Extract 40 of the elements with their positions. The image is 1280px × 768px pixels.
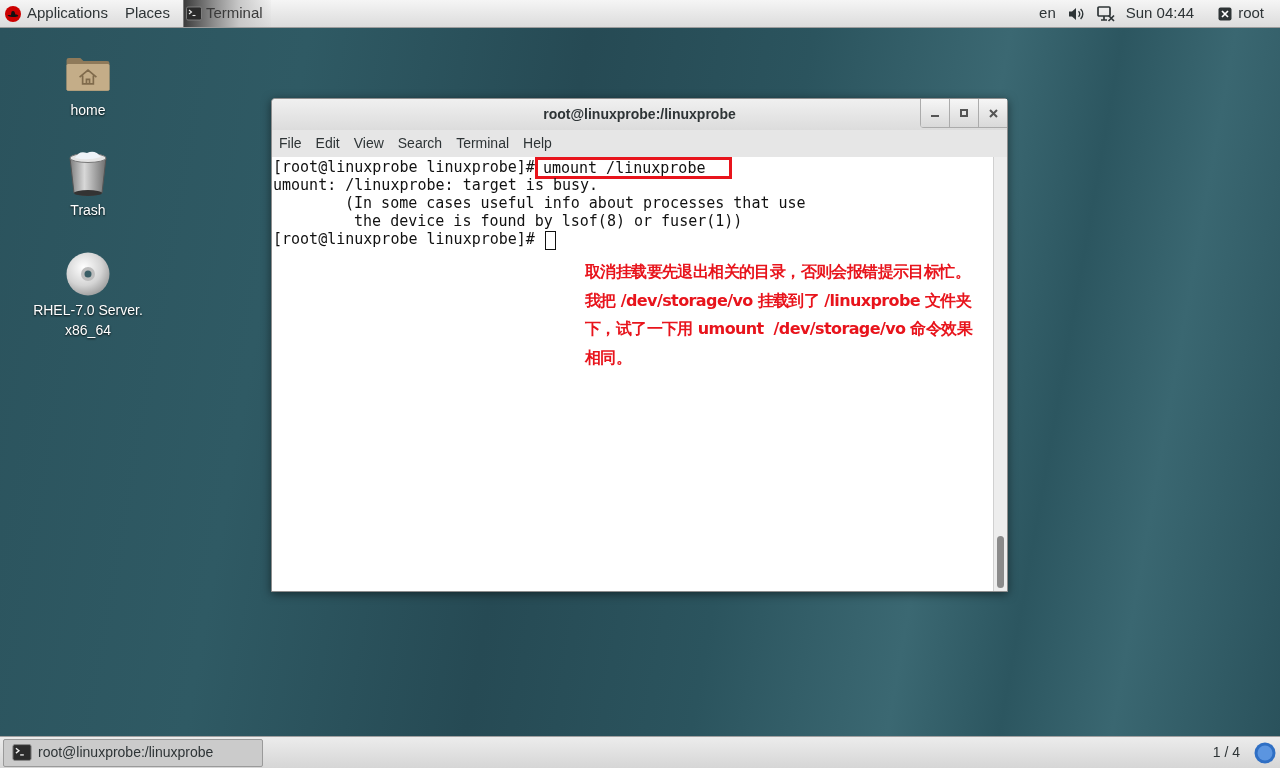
workspace-indicator[interactable]: 1 / 4 bbox=[1212, 742, 1240, 763]
terminal-icon bbox=[185, 6, 202, 21]
close-icon bbox=[988, 108, 998, 118]
notification-circle-icon[interactable] bbox=[1254, 741, 1276, 764]
trash-can-icon[interactable] bbox=[68, 150, 108, 198]
scrollbar[interactable] bbox=[993, 157, 1007, 591]
terminal-output-line: (In some cases useful info about processes that use bbox=[345, 194, 806, 212]
user-menu-button[interactable]: root bbox=[1218, 2, 1264, 25]
hat-logo-icon bbox=[5, 5, 21, 22]
maximize-button[interactable] bbox=[949, 99, 978, 127]
app-menu-button[interactable]: Terminal bbox=[183, 0, 271, 27]
menu-item[interactable]: File bbox=[279, 133, 302, 154]
menu-item[interactable]: Search bbox=[397, 133, 443, 154]
menu-item[interactable]: Terminal bbox=[456, 133, 510, 154]
annotation-note: 取消挂载要先退出相关的目录，否则会报错提示目标忙。我把 /dev/storage/vo 挂载到了 /linuxprobe 文件夹下，试了一下用 umount /dev/storage/vo 命令效果相同。 bbox=[585, 261, 973, 369]
taskbar-window-button[interactable]: root@linuxprobe:/linuxprobe bbox=[3, 738, 263, 767]
scrollbar-thumb[interactable] bbox=[997, 536, 1004, 588]
maximize-icon bbox=[960, 109, 968, 117]
desktop-icon-label[interactable]: home bbox=[70, 100, 106, 120]
network-computer-icon[interactable] bbox=[1096, 5, 1115, 22]
shell-prompt: [root@linuxprobe linuxprobe]# bbox=[273, 230, 535, 248]
menu-item[interactable]: Edit bbox=[315, 133, 340, 154]
desktop-icon-label[interactable]: Trash bbox=[70, 200, 106, 220]
shell-prompt: [root@linuxprobe linuxprobe]# bbox=[273, 158, 535, 176]
input-source-indicator[interactable]: en bbox=[1039, 2, 1056, 25]
desktop-icon-label[interactable]: RHEL-7.0 Server. x86_64 bbox=[33, 300, 143, 340]
menu-item[interactable]: View bbox=[353, 133, 384, 154]
volume-icon[interactable] bbox=[1067, 5, 1084, 22]
close-button[interactable] bbox=[978, 99, 1007, 127]
terminal-output-line: the device is found by lsof(8) or fuser(1)) bbox=[353, 212, 743, 230]
terminal-output-line: umount: /linuxprobe: target is busy. bbox=[273, 176, 599, 194]
window-title: root@linuxprobe:/linuxprobe bbox=[543, 105, 736, 124]
menu-item[interactable]: Help bbox=[523, 133, 552, 154]
disc-icon[interactable] bbox=[66, 252, 110, 296]
clock[interactable]: Sun 04:44 bbox=[1125, 2, 1195, 25]
crossed-box-icon bbox=[1218, 6, 1233, 21]
top-bar-menu[interactable]: Places bbox=[115, 0, 179, 27]
terminal-icon bbox=[12, 744, 32, 761]
highlighted-command: umount /linuxprobe bbox=[534, 157, 733, 179]
applications-menu[interactable]: Applications bbox=[0, 0, 116, 27]
